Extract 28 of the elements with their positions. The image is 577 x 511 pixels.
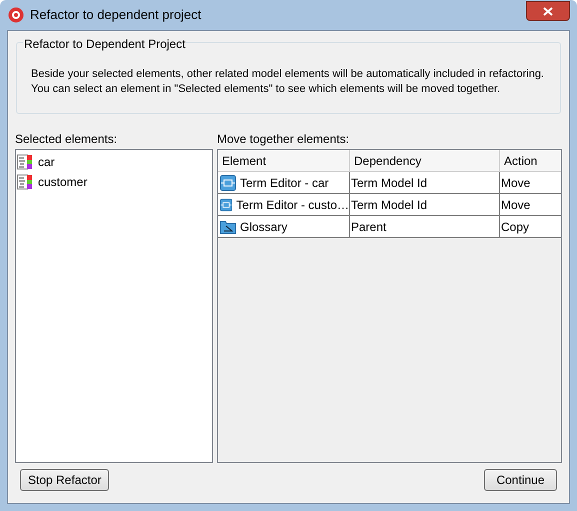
list-item[interactable]: customer bbox=[38, 173, 88, 191]
table-cell-text: Glossary bbox=[240, 218, 288, 236]
table-cell-text: Parent bbox=[351, 218, 386, 236]
column-header[interactable]: Action bbox=[500, 150, 561, 171]
description-text: You can select an element in "Selected elements" to see which elements will be moved together. bbox=[31, 82, 502, 96]
selected-elements-list[interactable]: car customer bbox=[15, 149, 213, 463]
table-cell-text: Move bbox=[501, 196, 530, 214]
table-cell-text: Term Editor - custo… bbox=[236, 196, 349, 214]
description-text: Beside your selected elements, other related model elements will be automatically included in refactoring. bbox=[31, 67, 545, 81]
column-header[interactable]: Element bbox=[218, 150, 350, 171]
term-icon bbox=[17, 174, 33, 190]
folder-icon bbox=[220, 218, 236, 234]
table-label: Move together elements: bbox=[217, 132, 350, 146]
continue-button[interactable]: Continue bbox=[484, 469, 557, 491]
table-cell-text: Move bbox=[501, 174, 530, 192]
table-cell-text: Term Model Id bbox=[351, 196, 428, 214]
window-title: Refactor to dependent project bbox=[30, 6, 202, 24]
close-icon bbox=[543, 6, 553, 16]
close-button[interactable] bbox=[526, 1, 570, 21]
stop-refactor-button[interactable]: Stop Refactor bbox=[20, 469, 110, 491]
term-icon bbox=[17, 154, 33, 170]
table-cell-text: Copy bbox=[501, 218, 530, 236]
table-cell-text: Term Model Id bbox=[351, 174, 428, 192]
app-logo-icon bbox=[8, 7, 24, 23]
list-item[interactable]: car bbox=[38, 153, 55, 171]
column-header[interactable]: Dependency bbox=[350, 150, 500, 171]
table-cell-text: Term Editor - car bbox=[240, 174, 329, 192]
list-label: Selected elements: bbox=[15, 132, 118, 146]
